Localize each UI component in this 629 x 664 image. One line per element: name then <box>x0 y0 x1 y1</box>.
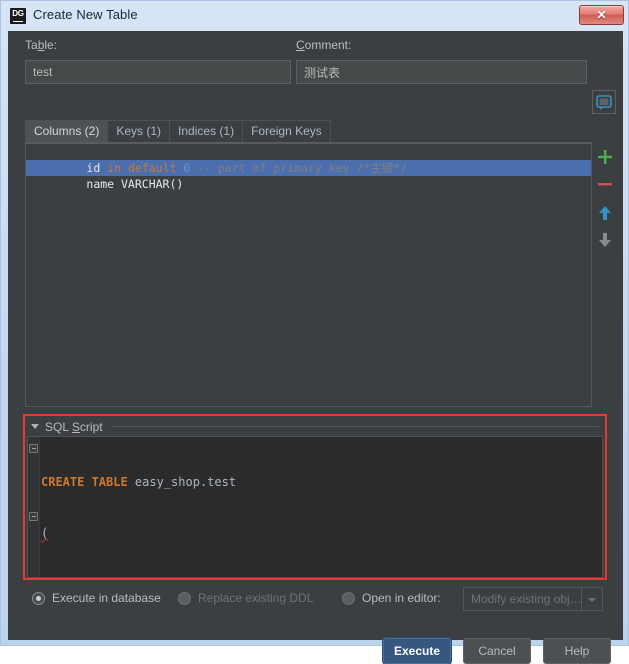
table-label: Table: <box>25 38 58 52</box>
columns-list[interactable]: id in default 0 -- part of primary key /… <box>25 142 592 407</box>
move-up-button[interactable] <box>594 202 616 224</box>
collapse-triangle-icon[interactable] <box>31 424 39 429</box>
fold-marker-icon[interactable] <box>29 512 38 521</box>
radio-label: Replace existing DDL <box>198 591 314 605</box>
dialog-content: Table: Comment: Columns (2) Keys (1) Ind… <box>8 31 623 664</box>
dropdown-value: Modify existing obj… <box>471 592 581 606</box>
sql-script-header[interactable]: SQL Script <box>31 418 599 435</box>
entity-tabs: Columns (2) Keys (1) Indices (1) Foreign… <box>25 120 331 142</box>
header-divider <box>110 426 599 427</box>
sql-editor[interactable]: CREATE TABLE easy_shop.test ( id IN PRIM… <box>27 436 603 578</box>
tab-indices[interactable]: Indices (1) <box>169 120 244 142</box>
help-button[interactable]: Help <box>543 638 611 664</box>
tab-keys[interactable]: Keys (1) <box>107 120 171 142</box>
radio-dot-icon <box>32 591 45 605</box>
radio-replace-existing-ddl[interactable]: Replace existing DDL <box>178 591 313 605</box>
comment-bubble-icon[interactable] <box>592 90 616 114</box>
cancel-button[interactable]: Cancel <box>463 638 531 664</box>
radio-label: Open in editor: <box>362 591 441 605</box>
tab-foreign-keys[interactable]: Foreign Keys <box>242 120 331 142</box>
editor-gutter[interactable] <box>28 437 40 577</box>
radio-label: Execute in database <box>52 591 161 605</box>
code-line: id IN PRIMARY KEY COMMENT '主键', <box>41 576 600 577</box>
sql-script-title: SQL Script <box>45 419 103 434</box>
dialog-window: DG Create New Table ✕ Table: Comment: Co… <box>0 0 629 664</box>
sql-code[interactable]: CREATE TABLE easy_shop.test ( id IN PRIM… <box>41 440 600 577</box>
close-button[interactable]: ✕ <box>579 5 624 25</box>
sql-script-panel: SQL Script CREATE TABLE easy_shop.test (… <box>23 414 607 580</box>
table-comment-input[interactable] <box>296 60 587 84</box>
add-column-button[interactable] <box>594 146 616 168</box>
radio-open-in-editor[interactable]: Open in editor: <box>342 591 441 605</box>
tab-columns[interactable]: Columns (2) <box>25 120 109 142</box>
title-bar: DG Create New Table ✕ <box>1 1 629 31</box>
list-item[interactable]: id in default 0 -- part of primary key /… <box>26 144 591 175</box>
table-name-input[interactable] <box>25 60 291 84</box>
fold-marker-icon[interactable] <box>29 444 38 453</box>
close-icon: ✕ <box>596 8 607 22</box>
list-toolbar <box>594 142 616 407</box>
editor-mode-dropdown[interactable]: Modify existing obj… <box>463 587 603 611</box>
comment-label: Comment: <box>296 38 352 52</box>
code-line: CREATE TABLE easy_shop.test <box>41 475 237 489</box>
window-title: Create New Table <box>33 7 138 22</box>
execute-button[interactable]: Execute <box>383 638 451 664</box>
code-line: ( <box>41 526 49 540</box>
chevron-down-icon[interactable] <box>581 588 602 610</box>
radio-dot-icon <box>342 591 355 605</box>
radio-dot-icon <box>178 591 191 605</box>
datagrip-logo-icon: DG <box>10 8 26 24</box>
remove-column-button[interactable] <box>594 173 616 195</box>
move-down-button[interactable] <box>594 229 616 251</box>
radio-execute-in-database[interactable]: Execute in database <box>32 591 161 605</box>
